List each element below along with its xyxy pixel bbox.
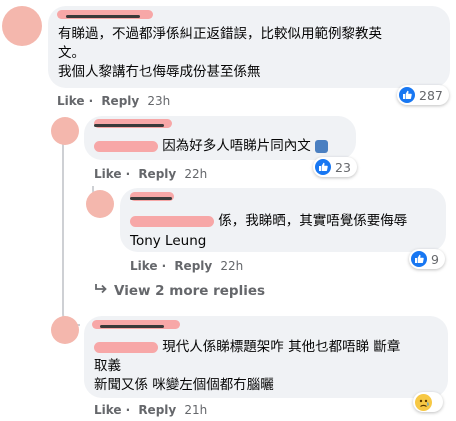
reaction-badge[interactable] xyxy=(413,392,443,412)
reply-link[interactable]: Reply xyxy=(138,403,176,417)
reaction-count-value: 23 xyxy=(335,159,351,175)
comment-text: 係，我睇晒，其實唔覺係要侮辱 xyxy=(130,212,440,231)
reply-link[interactable]: Reply xyxy=(174,259,212,273)
view-more-replies-button[interactable]: View 2 more replies xyxy=(94,283,265,299)
timestamp[interactable]: 21h xyxy=(184,403,207,417)
comment-text-line: 取義 xyxy=(94,358,121,374)
like-icon xyxy=(411,251,427,267)
comment-meta: Like · Reply 21h xyxy=(94,403,208,417)
comment-text-line: 新聞又係 咪變左個個都冇腦曬 xyxy=(94,377,274,393)
like-link[interactable]: Like xyxy=(94,403,122,417)
timestamp[interactable]: 22h xyxy=(184,167,207,181)
avatar[interactable] xyxy=(86,190,114,218)
comment-text: 因為好多人唔睇片同內文 xyxy=(94,137,354,156)
timestamp[interactable]: 23h xyxy=(147,94,170,108)
avatar[interactable] xyxy=(2,6,42,46)
comment-text: 現代人係睇標題架咋 其他乜都唔睇 斷章 xyxy=(94,338,444,357)
avatar[interactable] xyxy=(51,316,79,344)
like-link[interactable]: Like xyxy=(94,167,122,181)
mention-tag-redacted[interactable] xyxy=(94,341,158,353)
comment-text-line: 有睇過，不過都淨係糾正返錯誤，比較似用範例黎教英 xyxy=(58,26,382,42)
comment-meta: Like · Reply 22h xyxy=(94,167,208,181)
comment-meta: Like · Reply 22h xyxy=(130,259,244,273)
comment-text-line: 我個人黎講冇乜侮辱成份甚至係無 xyxy=(58,64,261,80)
reaction-count-value: 287 xyxy=(419,87,443,103)
avatar[interactable] xyxy=(51,117,79,145)
author-name-ink xyxy=(94,124,164,127)
reaction-count-value: 9 xyxy=(431,251,439,267)
sad-emoji-icon xyxy=(415,393,432,411)
reply-link[interactable]: Reply xyxy=(101,94,139,108)
reply-arrow-icon xyxy=(94,283,108,299)
thread-line-main xyxy=(62,128,64,306)
mention-tag-redacted[interactable] xyxy=(130,215,214,227)
reaction-count[interactable]: 9 xyxy=(409,249,445,269)
reaction-count[interactable]: 287 xyxy=(397,85,449,105)
like-icon xyxy=(399,87,415,103)
comment-meta: Like · Reply 23h xyxy=(57,94,171,108)
like-link[interactable]: Like xyxy=(130,259,158,273)
like-icon xyxy=(315,159,331,175)
mention-tag-redacted[interactable] xyxy=(94,140,158,152)
reaction-count[interactable]: 23 xyxy=(313,157,357,177)
like-link[interactable]: Like xyxy=(57,94,85,108)
author-name-ink xyxy=(66,15,140,18)
comment-text-line: Tony Leung xyxy=(130,233,207,249)
timestamp[interactable]: 22h xyxy=(220,259,243,273)
thinking-emoji-icon xyxy=(315,139,329,153)
author-name-ink xyxy=(100,325,164,328)
reply-link[interactable]: Reply xyxy=(138,167,176,181)
author-name-ink xyxy=(130,197,172,200)
comment-text-line: 文。 xyxy=(58,45,85,61)
